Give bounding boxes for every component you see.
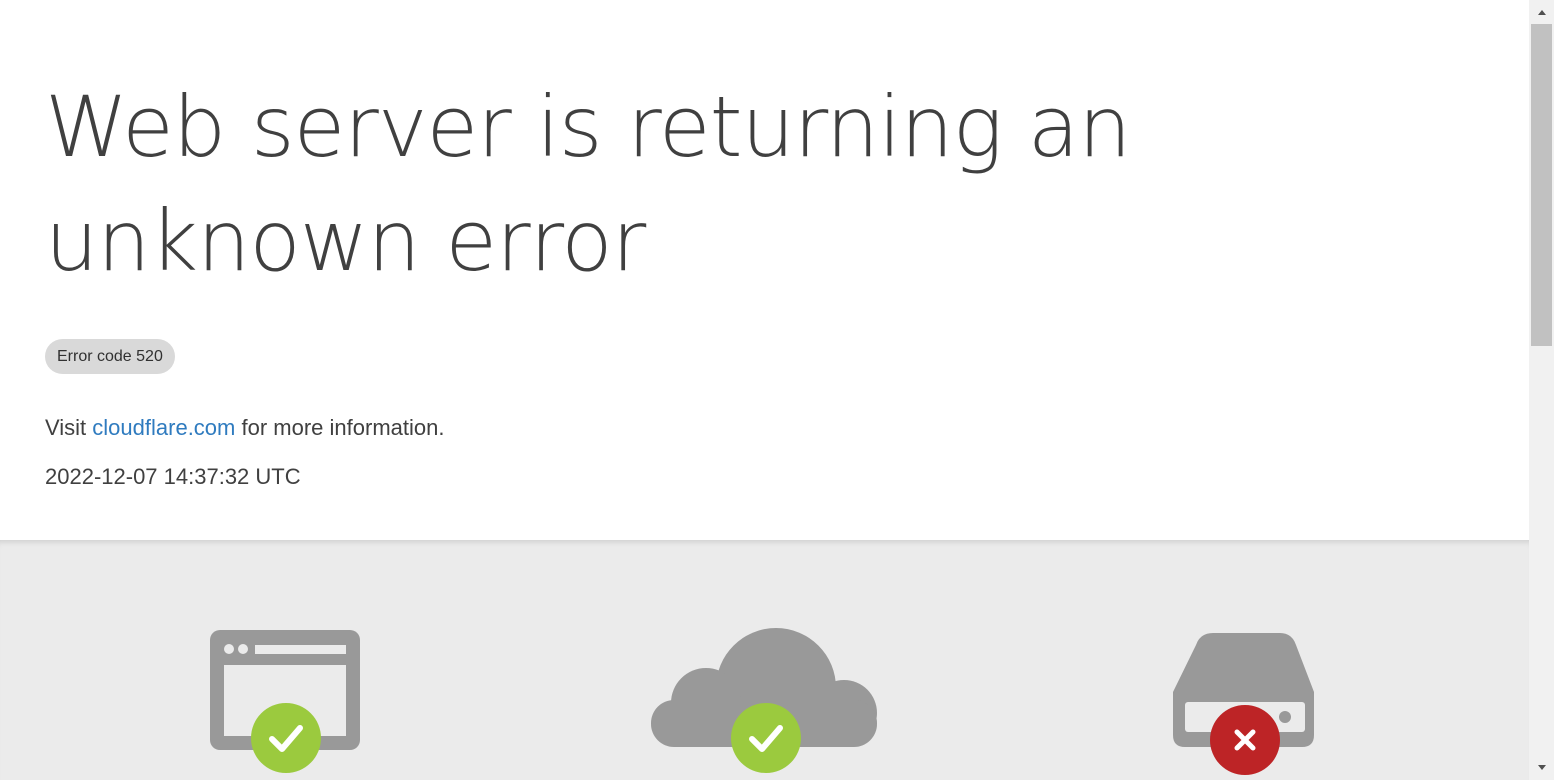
scroll-down-arrow[interactable] — [1529, 756, 1554, 778]
visit-suffix: for more information. — [241, 415, 445, 440]
vertical-scrollbar[interactable] — [1529, 0, 1554, 780]
timestamp: 2022-12-07 14:37:32 UTC — [45, 464, 301, 489]
visit-info: Visit cloudflare.com for more informatio… — [45, 413, 444, 443]
status-section — [0, 540, 1529, 780]
browser-status — [205, 625, 365, 775]
chevron-down-icon — [1537, 764, 1546, 770]
close-icon — [1210, 705, 1280, 775]
chevron-up-icon — [1537, 9, 1546, 15]
error-header: Web server is returning an unknown error… — [0, 0, 1529, 540]
host-status — [1168, 630, 1323, 780]
cloudflare-status — [648, 628, 883, 778]
scroll-up-arrow[interactable] — [1529, 1, 1554, 23]
visit-prefix: Visit — [45, 415, 87, 440]
check-icon — [731, 703, 801, 773]
cloudflare-link[interactable]: cloudflare.com — [92, 415, 235, 440]
scrollbar-thumb[interactable] — [1531, 24, 1552, 346]
error-page: Web server is returning an unknown error… — [0, 0, 1529, 780]
check-icon — [251, 703, 321, 773]
error-code-badge: Error code 520 — [45, 339, 175, 374]
page-title: Web server is returning an unknown error — [45, 78, 1131, 290]
